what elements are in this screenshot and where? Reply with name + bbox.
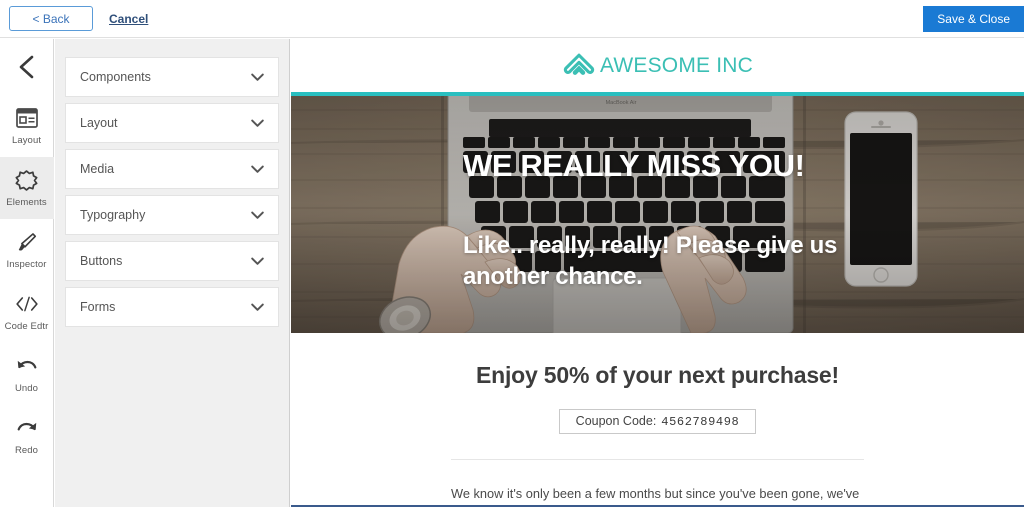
- accordion-label: Components: [80, 70, 151, 84]
- collapse-panel-button[interactable]: [0, 39, 54, 95]
- top-toolbar: < Back Cancel Save & Close: [0, 0, 1024, 38]
- sidebar-item-label: Elements: [6, 197, 47, 208]
- offer-headline: Enjoy 50% of your next purchase!: [476, 362, 839, 388]
- accordion-label: Typography: [80, 208, 146, 222]
- coupon-code-value: 4562789498: [661, 415, 740, 429]
- accordion-label: Forms: [80, 300, 116, 314]
- chevron-down-icon: [250, 70, 264, 84]
- sidebar-item-redo[interactable]: Redo: [0, 405, 54, 467]
- sidebar-item-label: Code Edtr: [4, 321, 49, 332]
- brush-icon: [15, 230, 39, 254]
- chevron-left-icon: [16, 54, 38, 80]
- accordion-buttons[interactable]: Buttons: [65, 241, 279, 281]
- accordion-forms[interactable]: Forms: [65, 287, 279, 327]
- redo-icon: [15, 416, 39, 440]
- code-icon: [15, 292, 39, 316]
- accordion-typography[interactable]: Typography: [65, 195, 279, 235]
- sidebar-item-undo[interactable]: Undo: [0, 343, 54, 405]
- back-button-label: < Back: [32, 11, 70, 26]
- brand-logo-text: AWESOME INC: [599, 53, 754, 77]
- accordion-components[interactable]: Components: [65, 57, 279, 97]
- elements-accordion-panel: Components Layout Media Typography Butto: [55, 39, 290, 507]
- email-body-section: Enjoy 50% of your next purchase! Coupon …: [291, 333, 1024, 505]
- email-logo-header[interactable]: AWESOME INC: [291, 39, 1024, 92]
- body-paragraph: We know it's only been a few months but …: [451, 486, 860, 501]
- hero-headline: WE REALLY MISS YOU!: [463, 148, 805, 183]
- elements-icon: [15, 168, 39, 192]
- chevron-down-icon: [250, 254, 264, 268]
- sidebar-item-label: Inspector: [6, 259, 47, 270]
- accordion-label: Media: [80, 162, 115, 176]
- sidebar-item-elements[interactable]: Elements: [0, 157, 54, 219]
- sidebar-item-code-editor[interactable]: Code Edtr: [0, 281, 54, 343]
- save-button-label: Save & Close: [937, 11, 1010, 26]
- awesome-inc-logo-icon: [562, 51, 596, 81]
- email-editor-app: < Back Cancel Save & Close Layout Elemen…: [0, 0, 1024, 507]
- section-divider: [451, 459, 864, 460]
- brand-logo: AWESOME INC: [562, 51, 753, 81]
- coupon-label: Coupon Code:: [575, 414, 657, 428]
- email-preview-canvas[interactable]: AWESOME INC WE REALLY MISS YOU! Like.. r…: [291, 39, 1024, 507]
- sidebar-item-inspector[interactable]: Inspector: [0, 219, 54, 281]
- hero-subheadline: Like.. really, really! Please give us an…: [463, 232, 838, 290]
- accordion-label: Layout: [80, 116, 118, 130]
- back-button[interactable]: < Back: [9, 6, 93, 31]
- chevron-down-icon: [250, 162, 264, 176]
- sidebar-item-label: Undo: [14, 383, 39, 394]
- layout-icon: [15, 106, 39, 130]
- accordion-label: Buttons: [80, 254, 123, 268]
- chevron-down-icon: [250, 208, 264, 222]
- sidebar-item-label: Layout: [11, 135, 42, 146]
- chevron-down-icon: [250, 300, 264, 314]
- undo-icon: [15, 354, 39, 378]
- left-icon-rail: Layout Elements Inspector Code Edtr Undo…: [0, 39, 54, 507]
- sidebar-item-layout[interactable]: Layout: [0, 95, 54, 157]
- accordion-media[interactable]: Media: [65, 149, 279, 189]
- chevron-down-icon: [250, 116, 264, 130]
- sidebar-item-label: Redo: [14, 445, 39, 456]
- coupon-box[interactable]: Coupon Code: 4562789498: [558, 409, 757, 434]
- save-and-close-button[interactable]: Save & Close: [923, 5, 1024, 32]
- hero-section[interactable]: MacBook Air: [291, 96, 1024, 333]
- hero-copy: WE REALLY MISS YOU! Like.. really, reall…: [463, 96, 993, 333]
- coupon-row: Coupon Code: 4562789498: [291, 409, 1024, 434]
- accordion-layout[interactable]: Layout: [65, 103, 279, 143]
- cancel-link[interactable]: Cancel: [109, 12, 148, 26]
